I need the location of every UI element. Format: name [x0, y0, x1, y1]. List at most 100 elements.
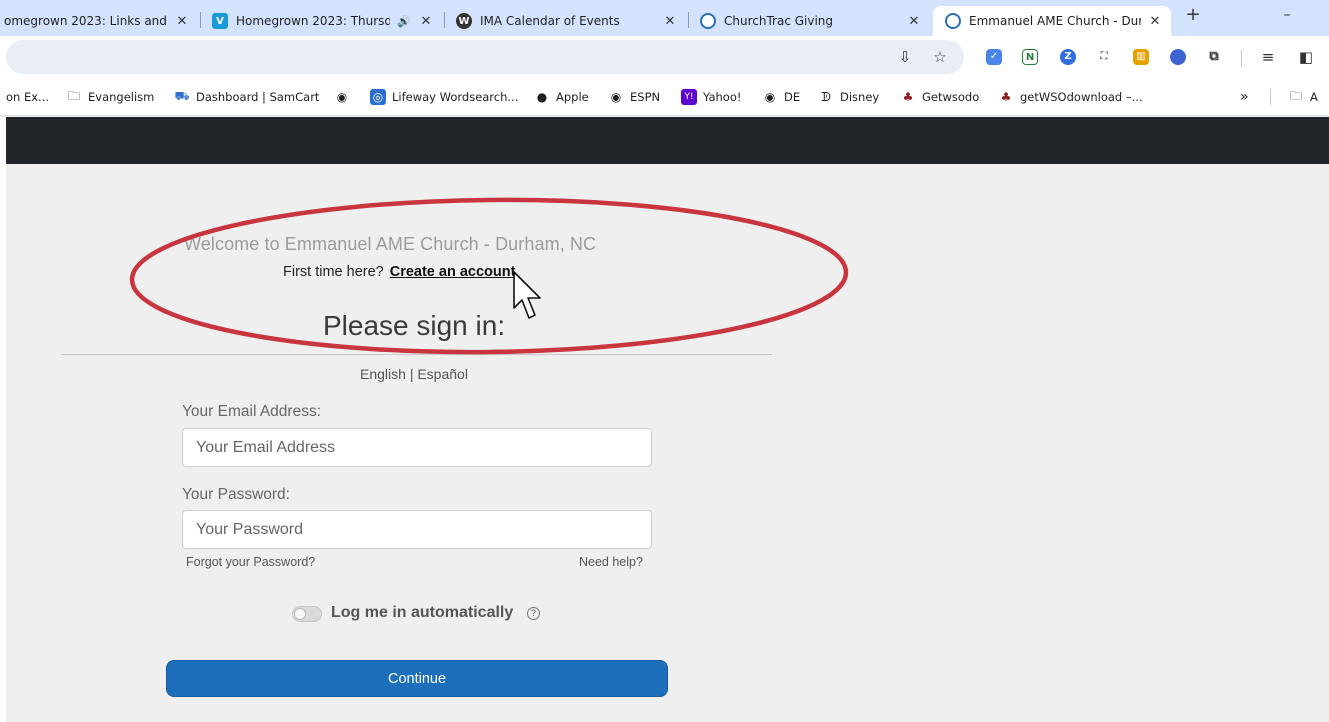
- first-time-text: First time here?: [283, 264, 384, 280]
- yahoo-icon: Y!: [681, 89, 697, 105]
- folder-icon: 🗀: [1289, 88, 1302, 103]
- tab-separator: [444, 12, 445, 28]
- apple-icon: ●: [536, 90, 548, 104]
- churchtrac-icon: [700, 13, 716, 29]
- create-account-link[interactable]: Create an account: [390, 264, 516, 280]
- bookmark-getwsodownload[interactable]: ♣ getWSOdownload –...: [998, 88, 1143, 106]
- tab-title: IMA Calendar of Events: [480, 14, 620, 28]
- divider: [61, 354, 772, 355]
- lifeway-icon: ◎: [370, 89, 386, 105]
- tab-separator: [688, 12, 689, 28]
- toolbar-separator: [1241, 50, 1242, 66]
- wso-icon: ♣: [902, 90, 914, 104]
- bookmark-folder-evangelism[interactable]: 🗀 Evangelism: [66, 88, 154, 106]
- forgot-password-link[interactable]: Forgot your Password?: [186, 555, 315, 569]
- bookmark-espn[interactable]: ◉ ESPN: [608, 88, 660, 106]
- bookmark-label: getWSOdownload –...: [1020, 90, 1143, 104]
- bookmark-de[interactable]: ◉ DE: [762, 88, 800, 106]
- extension-check-icon[interactable]: ✓: [986, 49, 1002, 65]
- bookmark-label: Yahoo!: [703, 90, 742, 104]
- password-input[interactable]: [182, 510, 652, 549]
- bookmark-label: DE: [784, 90, 801, 104]
- bookmarks-separator: [1270, 89, 1271, 105]
- toggle-knob: [294, 608, 306, 620]
- close-icon[interactable]: ✕: [662, 14, 678, 29]
- bookmark-getwsodo[interactable]: ♣ Getwsodo: [900, 88, 980, 106]
- bookmark-yahoo[interactable]: Y! Yahoo!: [681, 88, 741, 106]
- bookmark-star-icon[interactable]: ☆: [931, 48, 949, 66]
- continue-button[interactable]: Continue: [166, 660, 668, 697]
- lang-spanish-link[interactable]: Español: [417, 366, 468, 382]
- expand-icon[interactable]: ⛶: [1096, 49, 1112, 65]
- extension-z-icon[interactable]: Z: [1060, 49, 1076, 65]
- tab-title: Emmanuel AME Church - Durha: [969, 14, 1141, 28]
- browser-tab-strip: omegrown 2023: Links and Re ✕ V Homegrow…: [0, 0, 1329, 36]
- site-header-bar: [6, 117, 1329, 164]
- address-bar[interactable]: ⇩ ☆: [6, 40, 964, 74]
- lang-english-link[interactable]: English: [360, 366, 406, 382]
- globe-icon: ◉: [336, 90, 348, 104]
- close-icon[interactable]: ✕: [906, 14, 922, 29]
- extension-n-icon[interactable]: N: [1022, 49, 1038, 65]
- bookmark-samcart[interactable]: ⛟ Dashboard | SamCart: [174, 88, 319, 106]
- wordpress-icon: W: [456, 13, 472, 29]
- close-icon[interactable]: ✕: [1147, 14, 1163, 29]
- tab-title: ChurchTrac Giving: [724, 14, 834, 28]
- bookmark-disney[interactable]: ᗫ Disney: [818, 88, 879, 106]
- bookmark-label: on Ex...: [6, 90, 50, 104]
- need-help-link[interactable]: Need help?: [579, 555, 643, 569]
- extension-board-icon[interactable]: ▥: [1133, 49, 1149, 65]
- samcart-icon: ⛟: [174, 89, 190, 103]
- folder-icon: 🗀: [67, 88, 80, 103]
- globe-icon: ◉: [764, 90, 776, 104]
- wso-icon: ♣: [1000, 90, 1012, 104]
- bookmarks-overflow-button[interactable]: »: [1240, 88, 1249, 106]
- tab-title: Homegrown 2023: Thursda: [236, 14, 390, 28]
- audio-icon[interactable]: 🔊: [396, 15, 412, 28]
- bookmark-item[interactable]: on Ex...: [6, 88, 49, 106]
- password-label: Your Password:: [182, 486, 290, 503]
- bookmark-label: ESPN: [630, 90, 661, 104]
- tab-separator: [200, 12, 201, 28]
- sign-in-heading: Please sign in:: [323, 310, 506, 341]
- tab-ima-calendar[interactable]: W IMA Calendar of Events ✕: [456, 6, 678, 36]
- auto-login-label: Log me in automatically: [331, 604, 514, 621]
- email-label: Your Email Address:: [182, 403, 322, 420]
- tab-homegrown-thursday[interactable]: V Homegrown 2023: Thursda 🔊 ✕: [212, 6, 434, 36]
- bookmarks-bar: on Ex... 🗀 Evangelism ⛟ Dashboard | SamCar…: [0, 78, 1329, 116]
- bookmark-globe[interactable]: ◉: [334, 88, 356, 106]
- language-switcher: English | Español: [360, 366, 468, 382]
- email-input[interactable]: [182, 428, 652, 467]
- globe-icon: ◉: [610, 90, 622, 104]
- tab-churchtrac-giving[interactable]: ChurchTrac Giving ✕: [700, 6, 922, 36]
- minimize-button[interactable]: –: [1278, 6, 1296, 24]
- bookmark-label: Disney: [840, 90, 880, 104]
- close-icon[interactable]: ✕: [418, 14, 434, 29]
- bookmark-lifeway[interactable]: ◎ Lifeway Wordsearch...: [370, 88, 518, 106]
- close-icon[interactable]: ✕: [174, 14, 190, 29]
- bookmark-label: Evangelism: [88, 90, 155, 104]
- reading-list-icon[interactable]: ≡: [1259, 48, 1277, 66]
- install-app-icon[interactable]: ⇩: [896, 48, 914, 66]
- disney-icon: ᗫ: [821, 89, 831, 104]
- bookmark-label: Getwsodo: [922, 90, 980, 104]
- tab-title: omegrown 2023: Links and Re: [4, 14, 168, 28]
- bookmark-label: Lifeway Wordsearch...: [392, 90, 519, 104]
- bookmark-label: Dashboard | SamCart: [196, 90, 320, 104]
- first-time-period: .: [515, 264, 520, 280]
- puzzle-icon[interactable]: ⧉: [1206, 49, 1222, 65]
- bookmark-apple[interactable]: ● Apple: [534, 88, 589, 106]
- side-panel-icon[interactable]: ◧: [1297, 48, 1315, 66]
- page-left-edge: [0, 117, 6, 722]
- extension-globe-icon[interactable]: [1170, 49, 1186, 65]
- new-tab-button[interactable]: +: [1184, 6, 1202, 24]
- help-icon[interactable]: ?: [527, 607, 540, 620]
- tab-emmanuel-ame[interactable]: Emmanuel AME Church - Durha ✕: [933, 6, 1171, 36]
- lang-separator: |: [409, 366, 414, 382]
- bookmark-label: A: [1310, 90, 1318, 104]
- auto-login-toggle[interactable]: [292, 606, 322, 622]
- vimeo-icon: V: [212, 13, 228, 29]
- bookmark-folder-tail[interactable]: 🗀 A: [1288, 88, 1318, 106]
- tab-homegrown-links[interactable]: omegrown 2023: Links and Re ✕: [0, 6, 190, 36]
- welcome-heading: Welcome to Emmanuel AME Church - Durham,…: [184, 234, 597, 254]
